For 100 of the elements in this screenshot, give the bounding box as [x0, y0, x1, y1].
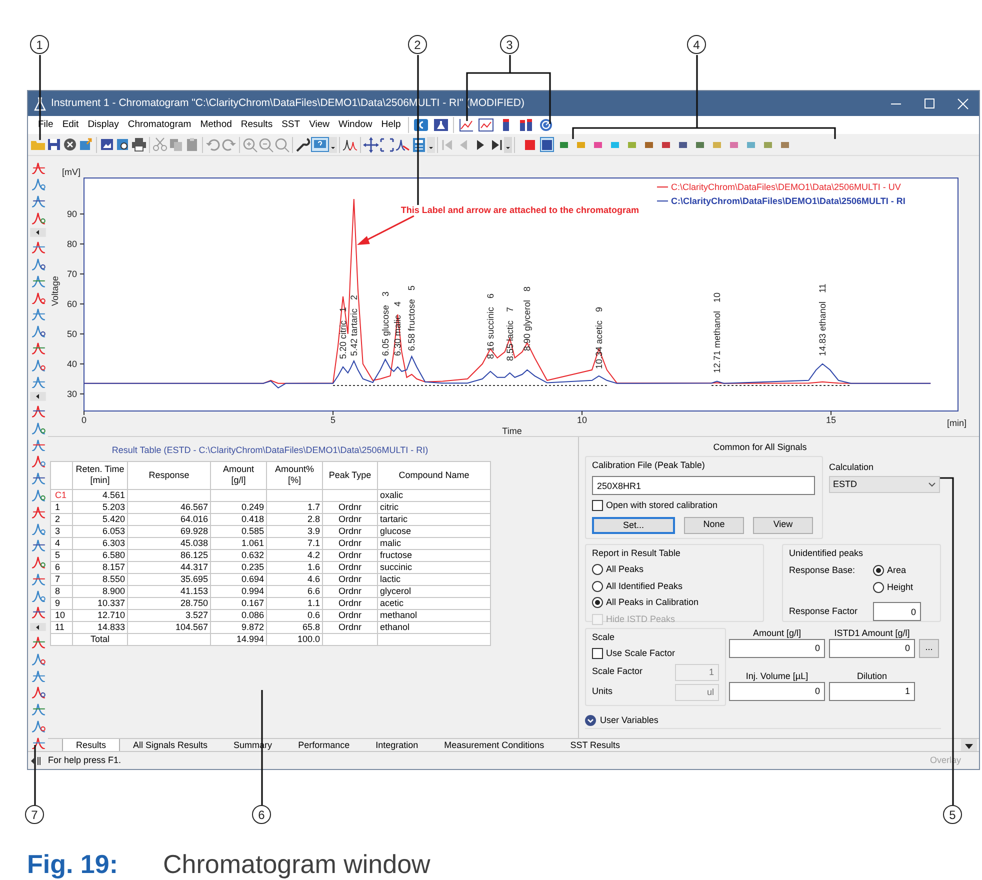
column-header[interactable]: Amount% [%]: [266, 461, 322, 489]
radio-button[interactable]: [592, 597, 603, 608]
checkbox[interactable]: [592, 500, 603, 512]
column-header[interactable]: Reten. Time [min]: [72, 461, 128, 489]
caret-icon[interactable]: [329, 136, 337, 152]
peak-label: 6.58 fructose 5: [406, 285, 417, 351]
dropdown[interactable]: ESTD: [829, 476, 940, 493]
framed-chart-icon[interactable]: [478, 118, 494, 132]
gallery-icon[interactable]: [99, 136, 115, 152]
export-icon[interactable]: [78, 136, 94, 152]
column-header[interactable]: Peak Type: [322, 461, 378, 489]
menu-item[interactable]: View: [305, 118, 334, 132]
menu-item[interactable]: Display: [84, 118, 123, 132]
maximize-icon[interactable]: [924, 98, 935, 109]
table-cell: 2.8: [266, 513, 322, 525]
table-cell: citric: [378, 501, 490, 513]
menu-item[interactable]: Window: [334, 118, 376, 132]
button[interactable]: None: [684, 516, 744, 534]
scroll-left-icon[interactable]: [30, 622, 46, 632]
peak-tool-icon[interactable]: [30, 324, 46, 338]
peak-tool-icon[interactable]: [30, 194, 46, 208]
zoom-out-icon[interactable]: [258, 136, 274, 152]
scroll-left-icon[interactable]: [30, 392, 46, 401]
column-header[interactable]: Amount [g/l]: [210, 461, 266, 489]
input-field[interactable]: 0: [829, 638, 915, 658]
expand-icon[interactable]: [379, 136, 395, 152]
table-cell: 64.016: [128, 513, 210, 525]
target-icon[interactable]: [538, 118, 554, 132]
menu-item[interactable]: Help: [377, 118, 405, 132]
help-bubble-icon[interactable]: [311, 136, 329, 152]
input-field[interactable]: 0: [729, 638, 825, 658]
paste-icon[interactable]: [184, 136, 200, 152]
vials-icon[interactable]: [518, 118, 534, 132]
checkbox[interactable]: [592, 648, 603, 660]
copy-icon[interactable]: [168, 136, 184, 152]
undo-icon[interactable]: [205, 136, 221, 152]
move-icon[interactable]: [363, 136, 379, 152]
table-cell: 3: [50, 525, 72, 537]
menu-item[interactable]: Chromatogram: [124, 118, 196, 132]
chevron-down-icon[interactable]: [928, 482, 936, 488]
input-field[interactable]: 0: [729, 682, 825, 700]
tab[interactable]: Measurement Conditions: [431, 739, 558, 753]
table-cell: 4: [50, 537, 72, 549]
peak-tool-icon[interactable]: [30, 404, 46, 418]
tab[interactable]: All Signals Results: [120, 739, 221, 753]
wrench-icon[interactable]: [295, 136, 311, 152]
magnifier-icon[interactable]: [274, 136, 290, 152]
preview-icon[interactable]: [115, 136, 131, 152]
scroll-left-icon[interactable]: [30, 228, 46, 237]
input-field[interactable]: 1: [829, 682, 915, 700]
table-cell: 3.527: [128, 609, 210, 621]
color-swatch[interactable]: [540, 137, 554, 152]
legend-label: C:\ClarityChrom\DataFiles\DEMO1\Data\2506MULTI - UV: [671, 182, 901, 192]
button[interactable]: View: [753, 516, 813, 534]
radio-button[interactable]: [873, 565, 884, 576]
caret-icon[interactable]: [427, 136, 435, 152]
chevron-down-icon[interactable]: [585, 714, 596, 726]
color-swatch[interactable]: [522, 137, 536, 152]
tab[interactable]: Integration: [362, 739, 432, 753]
redo-icon[interactable]: [221, 136, 237, 152]
radio-button[interactable]: [592, 580, 603, 592]
file-name-field[interactable]: 250X8HR1: [592, 476, 815, 495]
caret-icon[interactable]: [504, 136, 512, 152]
peak-label: 10.34 acetic 9: [594, 306, 604, 369]
peak-tool-icon[interactable]: [30, 471, 46, 485]
peak-tool-icon[interactable]: [30, 257, 46, 271]
save-icon[interactable]: [46, 136, 62, 152]
radio-button[interactable]: [592, 564, 603, 576]
table-cell: glucose: [378, 525, 490, 537]
menu-item[interactable]: Edit: [58, 118, 83, 132]
close-circle-icon[interactable]: [62, 136, 78, 152]
flask-icon[interactable]: [432, 118, 449, 132]
peak-tool-icon[interactable]: [30, 605, 46, 620]
table-cell: C1: [50, 489, 72, 501]
scissors-icon[interactable]: [152, 136, 168, 152]
more-button[interactable]: ...: [919, 638, 939, 658]
table-cell: 6.6: [266, 585, 322, 597]
expander[interactable]: User Variables: [585, 714, 658, 727]
tab[interactable]: SST Results: [557, 739, 634, 753]
table-cell: Ordnr: [322, 573, 378, 585]
table-title: Result Table (ESTD - C:\ClarityChrom\DataFiles\DEMO1\Data\2506MULTI - RI): [110, 444, 430, 457]
radio-button[interactable]: [873, 582, 884, 593]
menu-item[interactable]: Results: [236, 118, 277, 132]
zoom-in-icon[interactable]: [242, 136, 258, 152]
peak-tool-icon[interactable]: [30, 685, 46, 700]
column-header[interactable]: Compound Name: [378, 461, 490, 489]
button[interactable]: Set...: [592, 516, 675, 534]
peak-tool-icon[interactable]: [30, 538, 46, 552]
table-cell: 0.585: [210, 525, 266, 537]
input-field[interactable]: 0: [873, 602, 921, 621]
peak-tool-icon[interactable]: [30, 736, 46, 750]
column-header[interactable]: Response: [128, 461, 210, 489]
close-icon[interactable]: [957, 98, 969, 110]
flask-icon: [34, 96, 46, 110]
tab[interactable]: Performance: [285, 739, 363, 753]
menu-item[interactable]: SST: [278, 118, 304, 132]
menu-item[interactable]: Method: [196, 118, 236, 132]
line-chart-icon[interactable]: [458, 118, 474, 132]
peak-label: 6.30 malic 4: [392, 301, 403, 356]
print-icon[interactable]: [131, 136, 147, 152]
